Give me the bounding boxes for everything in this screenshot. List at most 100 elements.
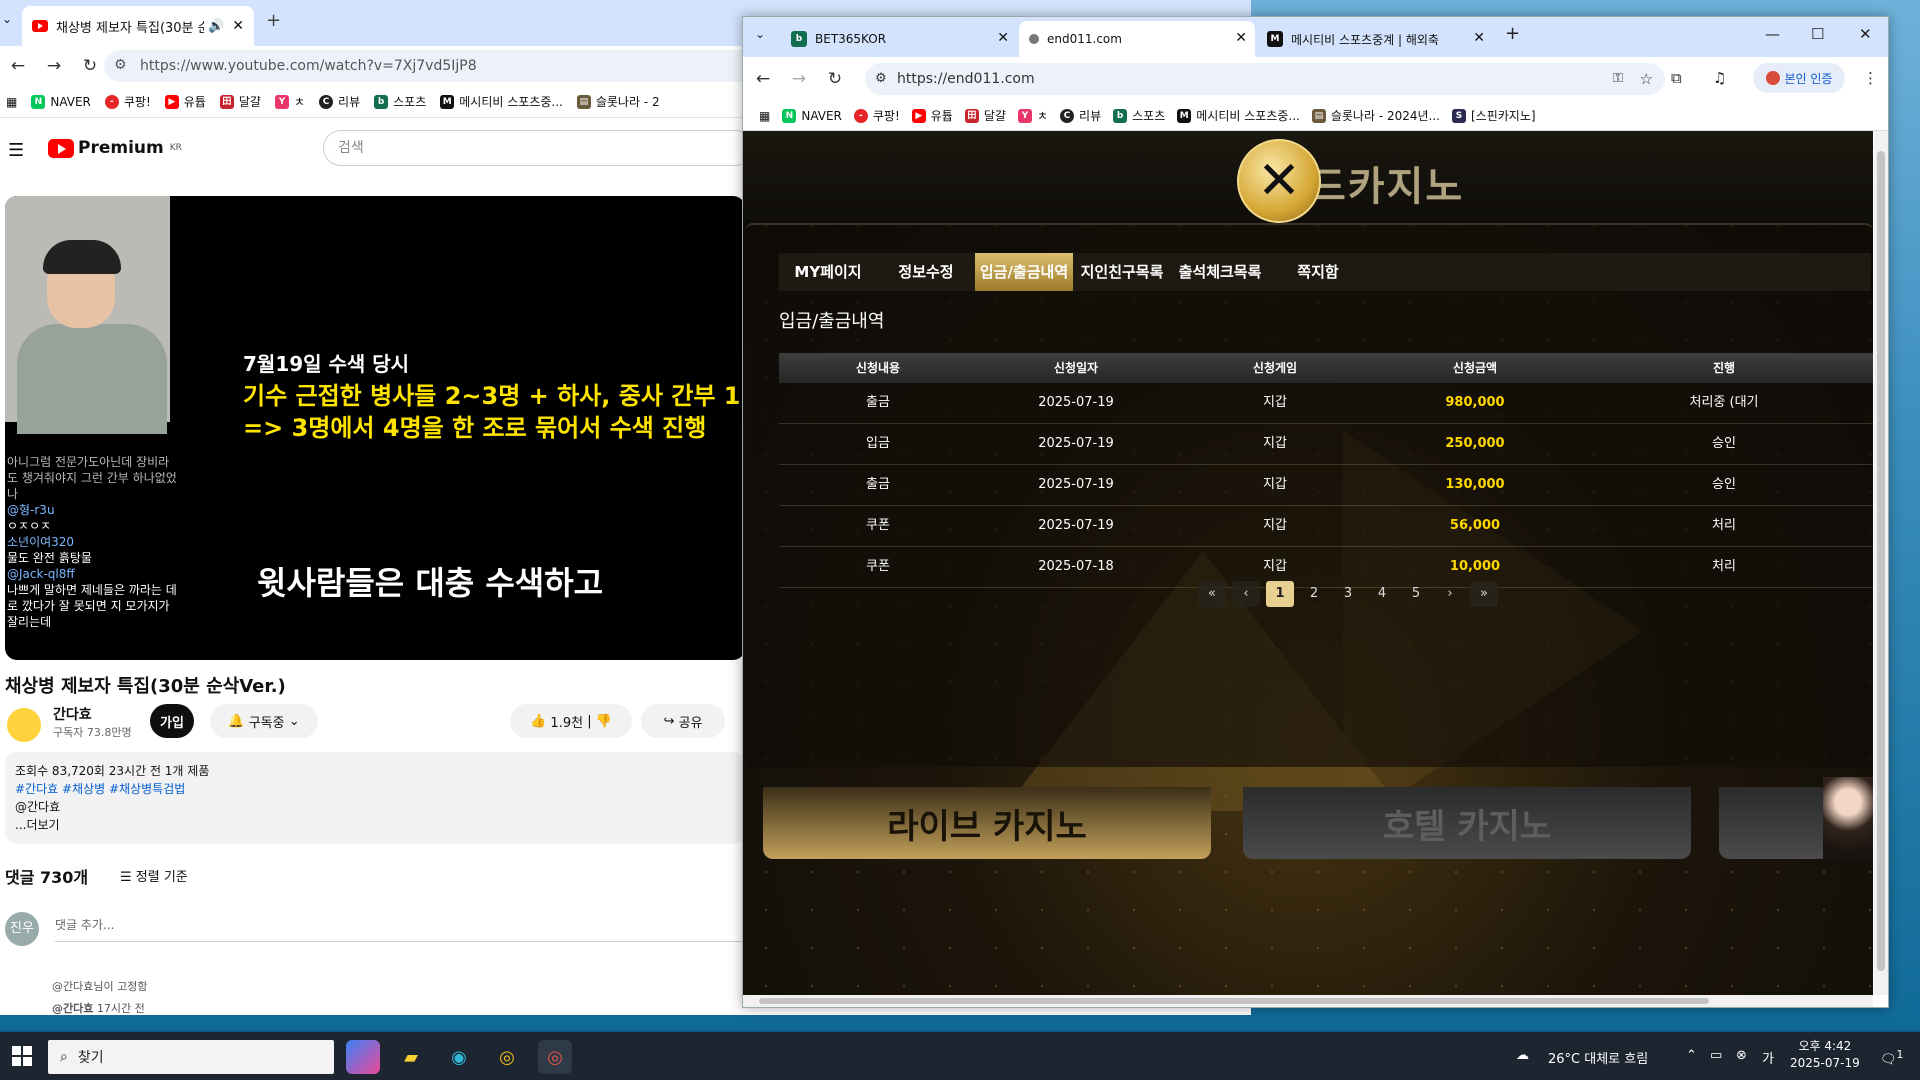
network-icon[interactable]: ▭ — [1710, 1048, 1722, 1063]
tab-bet365[interactable]: b BET365KOR ✕ — [781, 21, 1017, 57]
thumbs-down-icon[interactable]: 👎 — [596, 714, 612, 729]
bookmark-slot[interactable]: ▤ 슬롯나라 - 2 — [576, 93, 660, 110]
sort-button[interactable]: ☰ 정렬 기준 — [120, 866, 188, 885]
share-button[interactable]: ↪ 공유 — [641, 704, 725, 738]
bookmark-coupang[interactable]: - 쿠팡! — [104, 93, 151, 110]
bookmark-youtube[interactable]: ▶ 유튭 — [911, 107, 953, 124]
horizontal-scrollbar[interactable] — [743, 995, 1873, 1007]
tab-transactions[interactable]: 입금/출금내역 — [975, 253, 1073, 291]
close-popup-button[interactable]: ✕ — [1237, 139, 1321, 223]
bookmark-messi[interactable]: M 메시티비 스포츠중... — [1177, 107, 1300, 124]
minimize-icon[interactable]: — — [1765, 25, 1780, 43]
taskbar-search[interactable]: ⌕ 찾기 — [48, 1040, 334, 1074]
more-menu-icon[interactable]: ⋮ — [1863, 69, 1878, 87]
vertical-scrollbar[interactable] — [1874, 131, 1888, 995]
join-button[interactable]: 가입 — [150, 704, 194, 738]
site-info-icon[interactable]: ⚙ — [875, 63, 887, 95]
volume-icon[interactable]: ⊗ — [1736, 1048, 1747, 1063]
comment-input[interactable]: 댓글 추가... — [55, 916, 745, 942]
chrome-active-icon[interactable]: ◎ — [538, 1040, 572, 1074]
tab-messi[interactable]: M 메시티비 스포츠중계 | 해외축 ✕ — [1257, 21, 1493, 57]
close-tab-icon[interactable]: ✕ — [232, 18, 244, 34]
new-tab-icon[interactable]: + — [1505, 23, 1520, 44]
bookmark-review[interactable]: C 리뷰 — [319, 93, 360, 110]
menu-icon[interactable]: ☰ — [8, 140, 24, 161]
windows-start-icon[interactable] — [12, 1046, 32, 1066]
live-casino-banner[interactable]: 라이브 카지노 — [763, 787, 1211, 859]
bookmark-spin[interactable]: S [스핀카지노] — [1452, 107, 1536, 124]
subscribed-button[interactable]: 🔔 구독중 ⌄ — [210, 704, 318, 738]
chat-avatar[interactable] — [1823, 777, 1873, 861]
tab-search-chevron-icon[interactable]: ⌄ — [2, 12, 12, 26]
verify-identity-button[interactable]: 본인 인증 — [1753, 63, 1845, 93]
page-5[interactable]: 5 — [1402, 581, 1430, 607]
hotel-casino-banner[interactable]: 호텔 카지노 — [1243, 787, 1691, 859]
weather-icon[interactable]: ☁ — [1516, 1048, 1529, 1063]
password-key-icon[interactable]: ⚿ — [1613, 63, 1623, 95]
close-window-icon[interactable]: ✕ — [1859, 25, 1872, 43]
bookmark-review[interactable]: C 리뷰 — [1060, 107, 1101, 124]
page-1[interactable]: 1 — [1266, 581, 1294, 607]
extensions-icon[interactable]: ⧉ — [1671, 69, 1682, 87]
hashtags[interactable]: #간다효 #채상병 #채상병특검법 — [15, 780, 735, 798]
media-control-icon[interactable]: ♫ — [1713, 69, 1726, 87]
description-box[interactable]: 조회수 83,720회 23시간 전 1개 제품 #간다효 #채상병 #채상병특… — [5, 752, 745, 844]
new-tab-icon[interactable]: + — [266, 10, 281, 31]
like-button[interactable]: 👍 1.9천 | 👎 — [510, 704, 632, 738]
next-page-icon[interactable]: › — [1436, 581, 1464, 607]
tab-mypage[interactable]: MY페이지 — [779, 253, 877, 291]
weather-text[interactable]: 26°C 대체로 흐림 — [1548, 1048, 1648, 1067]
page-3[interactable]: 3 — [1334, 581, 1362, 607]
bookmark-youtube[interactable]: ▶ 유튭 — [164, 93, 206, 110]
bookmark-egg[interactable]: 田 달걀 — [964, 107, 1006, 124]
speaker-icon[interactable]: 🔊 — [208, 19, 224, 34]
close-tab-icon[interactable]: ✕ — [1235, 30, 1247, 46]
clock[interactable]: 오후 4:42 2025-07-19 — [1790, 1038, 1860, 1072]
first-page-icon[interactable]: « — [1198, 581, 1226, 607]
bookmark-sports[interactable]: b 스포츠 — [1113, 107, 1165, 124]
tab-edit-info[interactable]: 정보수정 — [877, 253, 975, 291]
channel-avatar[interactable] — [7, 708, 41, 742]
copilot-icon[interactable] — [346, 1040, 380, 1074]
close-tab-icon[interactable]: ✕ — [1473, 30, 1485, 46]
page-4[interactable]: 4 — [1368, 581, 1396, 607]
tab-attendance[interactable]: 출석체크목록 — [1171, 253, 1269, 291]
tab-youtube[interactable]: 채상병 제보자 특집(30분 순 🔊 ✕ — [22, 6, 254, 46]
apps-grid-icon[interactable]: ▦ — [6, 95, 17, 109]
url-field[interactable]: ⚙ https://end011.com ⚿ ☆ — [865, 63, 1665, 95]
bookmark-ch[interactable]: Yㅊ — [1017, 107, 1048, 124]
close-tab-icon[interactable]: ✕ — [997, 30, 1009, 46]
back-icon[interactable]: ← — [0, 56, 36, 76]
prev-page-icon[interactable]: ‹ — [1232, 581, 1260, 607]
forward-icon[interactable]: → — [36, 56, 72, 76]
search-input[interactable]: 검색 — [323, 130, 753, 166]
site-info-icon[interactable]: ⚙ — [114, 57, 127, 73]
channel-name[interactable]: 간다효 — [53, 704, 92, 724]
more-link[interactable]: ...더보기 — [15, 816, 735, 834]
bookmark-star-icon[interactable]: ☆ — [1640, 63, 1653, 95]
bookmark-coupang[interactable]: - 쿠팡! — [853, 107, 900, 124]
bookmark-ch[interactable]: Yㅊ — [274, 93, 305, 110]
reload-icon[interactable]: ↻ — [72, 56, 108, 76]
page-2[interactable]: 2 — [1300, 581, 1328, 607]
bookmark-naver[interactable]: N NAVER — [31, 94, 91, 109]
back-icon[interactable]: ← — [745, 69, 781, 89]
chrome-icon[interactable]: ◎ — [490, 1040, 524, 1074]
tray-chevron-icon[interactable]: ⌃ — [1686, 1048, 1697, 1063]
bookmark-messi[interactable]: M 메시티비 스포츠중... — [440, 93, 563, 110]
maximize-icon[interactable]: ☐ — [1811, 25, 1824, 43]
forward-icon[interactable]: → — [781, 69, 817, 89]
apps-grid-icon[interactable]: ▦ — [759, 109, 770, 123]
bookmark-egg[interactable]: 田 달걀 — [219, 93, 261, 110]
tab-search-chevron-icon[interactable]: ⌄ — [755, 27, 765, 41]
ime-icon[interactable]: 가 — [1762, 1048, 1774, 1067]
edge-icon[interactable]: ◉ — [442, 1040, 476, 1074]
tab-end011[interactable]: end011.com ✕ — [1019, 21, 1255, 57]
bookmark-slot[interactable]: ▤ 슬롯나라 - 2024년... — [1311, 107, 1440, 124]
reload-icon[interactable]: ↻ — [817, 69, 853, 89]
tab-messages[interactable]: 쪽지함 — [1269, 253, 1367, 291]
notification-icon[interactable]: 🗨1 — [1880, 1048, 1903, 1067]
video-player[interactable]: 7월19일 수색 당시 기수 근접한 병사들 2~3명 + 하사, 중사 간부 … — [5, 196, 745, 660]
youtube-logo[interactable]: Premium KR — [48, 138, 182, 158]
tab-friends[interactable]: 지인친구목록 — [1073, 253, 1171, 291]
